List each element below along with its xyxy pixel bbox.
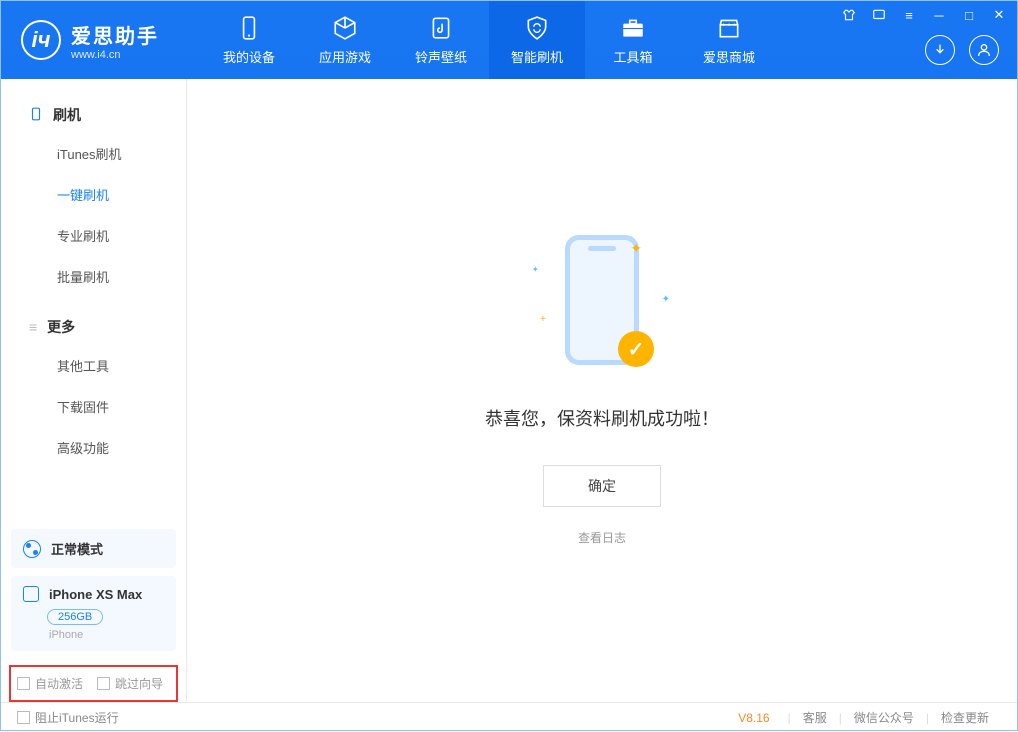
sidebar-items-more: 其他工具 下载固件 高级功能 (1, 345, 186, 468)
nav-tab-label: 智能刷机 (511, 47, 563, 66)
app-title: 爱思助手 (71, 20, 159, 49)
app-body: 刷机 iTunes刷机 一键刷机 专业刷机 批量刷机 ≡ 更多 其他工具 下载固… (1, 79, 1017, 702)
footer-link-update[interactable]: 检查更新 (929, 709, 1001, 726)
nav-tab-toolbox[interactable]: 工具箱 (585, 1, 681, 79)
footer: 阻止iTunes运行 V8.16 | 客服 | 微信公众号 | 检查更新 (1, 702, 1017, 732)
device-phone-icon (23, 586, 39, 602)
app-logo-icon: iч (21, 20, 61, 60)
sidebar-item-other-tools[interactable]: 其他工具 (57, 345, 186, 386)
mode-label: 正常模式 (51, 539, 103, 558)
checkbox-box (17, 711, 30, 724)
checkbox-label: 跳过向导 (115, 675, 163, 692)
device-box[interactable]: iPhone XS Max 256GB iPhone (11, 576, 176, 651)
normal-mode-icon (23, 540, 41, 558)
nav-tab-label: 铃声壁纸 (415, 47, 467, 66)
music-file-icon (428, 15, 454, 41)
app-header: iч 爱思助手 www.i4.cn 我的设备 应用游戏 铃声壁纸 智能刷机 工具… (1, 1, 1017, 79)
checkbox-box (97, 677, 110, 690)
footer-link-support[interactable]: 客服 (791, 709, 839, 726)
checkbox-skip-guide[interactable]: 跳过向导 (97, 675, 163, 692)
nav-tab-label: 工具箱 (613, 47, 652, 66)
nav-tab-label: 爱思商城 (703, 47, 755, 66)
sidebar-items-flash: iTunes刷机 一键刷机 专业刷机 批量刷机 (1, 133, 186, 297)
mode-box[interactable]: 正常模式 (11, 529, 176, 568)
cube-icon (332, 15, 358, 41)
capacity-badge: 256GB (47, 609, 103, 625)
checkbox-label: 自动激活 (35, 675, 83, 692)
section-title-label: 刷机 (53, 105, 81, 125)
nav-tab-store[interactable]: 爱思商城 (681, 1, 777, 79)
nav-tab-ringtones[interactable]: 铃声壁纸 (393, 1, 489, 79)
minimize-button[interactable]: ─ (931, 7, 947, 23)
window-controls: ≡ ─ □ ✕ (841, 7, 1007, 23)
list-icon: ≡ (29, 319, 37, 335)
success-message: 恭喜您，保资料刷机成功啦！ (485, 405, 719, 431)
sidebar-item-batch-flash[interactable]: 批量刷机 (57, 256, 186, 297)
maximize-button[interactable]: □ (961, 7, 977, 23)
header-right-icons (925, 35, 999, 65)
checkbox-row-highlighted: 自动激活 跳过向导 (9, 665, 178, 702)
skin-icon[interactable] (841, 7, 857, 23)
device-type: iPhone (49, 629, 164, 641)
nav-tab-label: 我的设备 (223, 47, 275, 66)
sparkle-icon: ✦ (662, 294, 670, 305)
checkbox-label: 阻止iTunes运行 (35, 709, 119, 726)
app-subtitle: www.i4.cn (71, 49, 159, 61)
logo-text: 爱思助手 www.i4.cn (71, 20, 159, 61)
checkbox-box (17, 677, 30, 690)
device-name: iPhone XS Max (49, 587, 142, 602)
footer-link-wechat[interactable]: 微信公众号 (842, 709, 926, 726)
nav-tab-apps[interactable]: 应用游戏 (297, 1, 393, 79)
nav-tab-flash[interactable]: 智能刷机 (489, 1, 585, 79)
sidebar: 刷机 iTunes刷机 一键刷机 专业刷机 批量刷机 ≡ 更多 其他工具 下载固… (1, 79, 187, 702)
sidebar-section-more: ≡ 更多 (1, 309, 186, 345)
success-illustration: ✓ ✦ ✦ ✦ + (532, 235, 672, 375)
checkbox-auto-activate[interactable]: 自动激活 (17, 675, 83, 692)
nav-tabs: 我的设备 应用游戏 铃声壁纸 智能刷机 工具箱 爱思商城 (201, 1, 777, 79)
logo-area: iч 爱思助手 www.i4.cn (1, 20, 201, 61)
sidebar-item-advanced[interactable]: 高级功能 (57, 427, 186, 468)
nav-tab-device[interactable]: 我的设备 (201, 1, 297, 79)
section-title-label: 更多 (47, 317, 75, 337)
phone-icon (29, 107, 43, 124)
download-icon[interactable] (925, 35, 955, 65)
user-icon[interactable] (969, 35, 999, 65)
sidebar-item-pro-flash[interactable]: 专业刷机 (57, 215, 186, 256)
toolbox-icon (620, 15, 646, 41)
feedback-icon[interactable] (871, 7, 887, 23)
sparkle-icon: + (540, 314, 546, 325)
checkbox-stop-itunes[interactable]: 阻止iTunes运行 (17, 709, 119, 726)
sidebar-item-download-firmware[interactable]: 下载固件 (57, 386, 186, 427)
check-badge-icon: ✓ (618, 331, 654, 367)
menu-icon[interactable]: ≡ (901, 7, 917, 23)
sidebar-section-flash: 刷机 (1, 97, 186, 133)
device-icon (236, 15, 262, 41)
view-log-link[interactable]: 查看日志 (578, 529, 626, 546)
sidebar-item-itunes-flash[interactable]: iTunes刷机 (57, 133, 186, 174)
version-label: V8.16 (738, 711, 769, 725)
sidebar-item-oneclick-flash[interactable]: 一键刷机 (57, 174, 186, 215)
store-icon (716, 15, 742, 41)
main-content: ✓ ✦ ✦ ✦ + 恭喜您，保资料刷机成功啦！ 确定 查看日志 (187, 79, 1017, 702)
sparkle-icon: ✦ (630, 240, 642, 257)
nav-tab-label: 应用游戏 (319, 47, 371, 66)
shield-refresh-icon (524, 15, 550, 41)
ok-button[interactable]: 确定 (543, 465, 661, 507)
sparkle-icon: ✦ (532, 265, 539, 274)
close-button[interactable]: ✕ (991, 7, 1007, 23)
